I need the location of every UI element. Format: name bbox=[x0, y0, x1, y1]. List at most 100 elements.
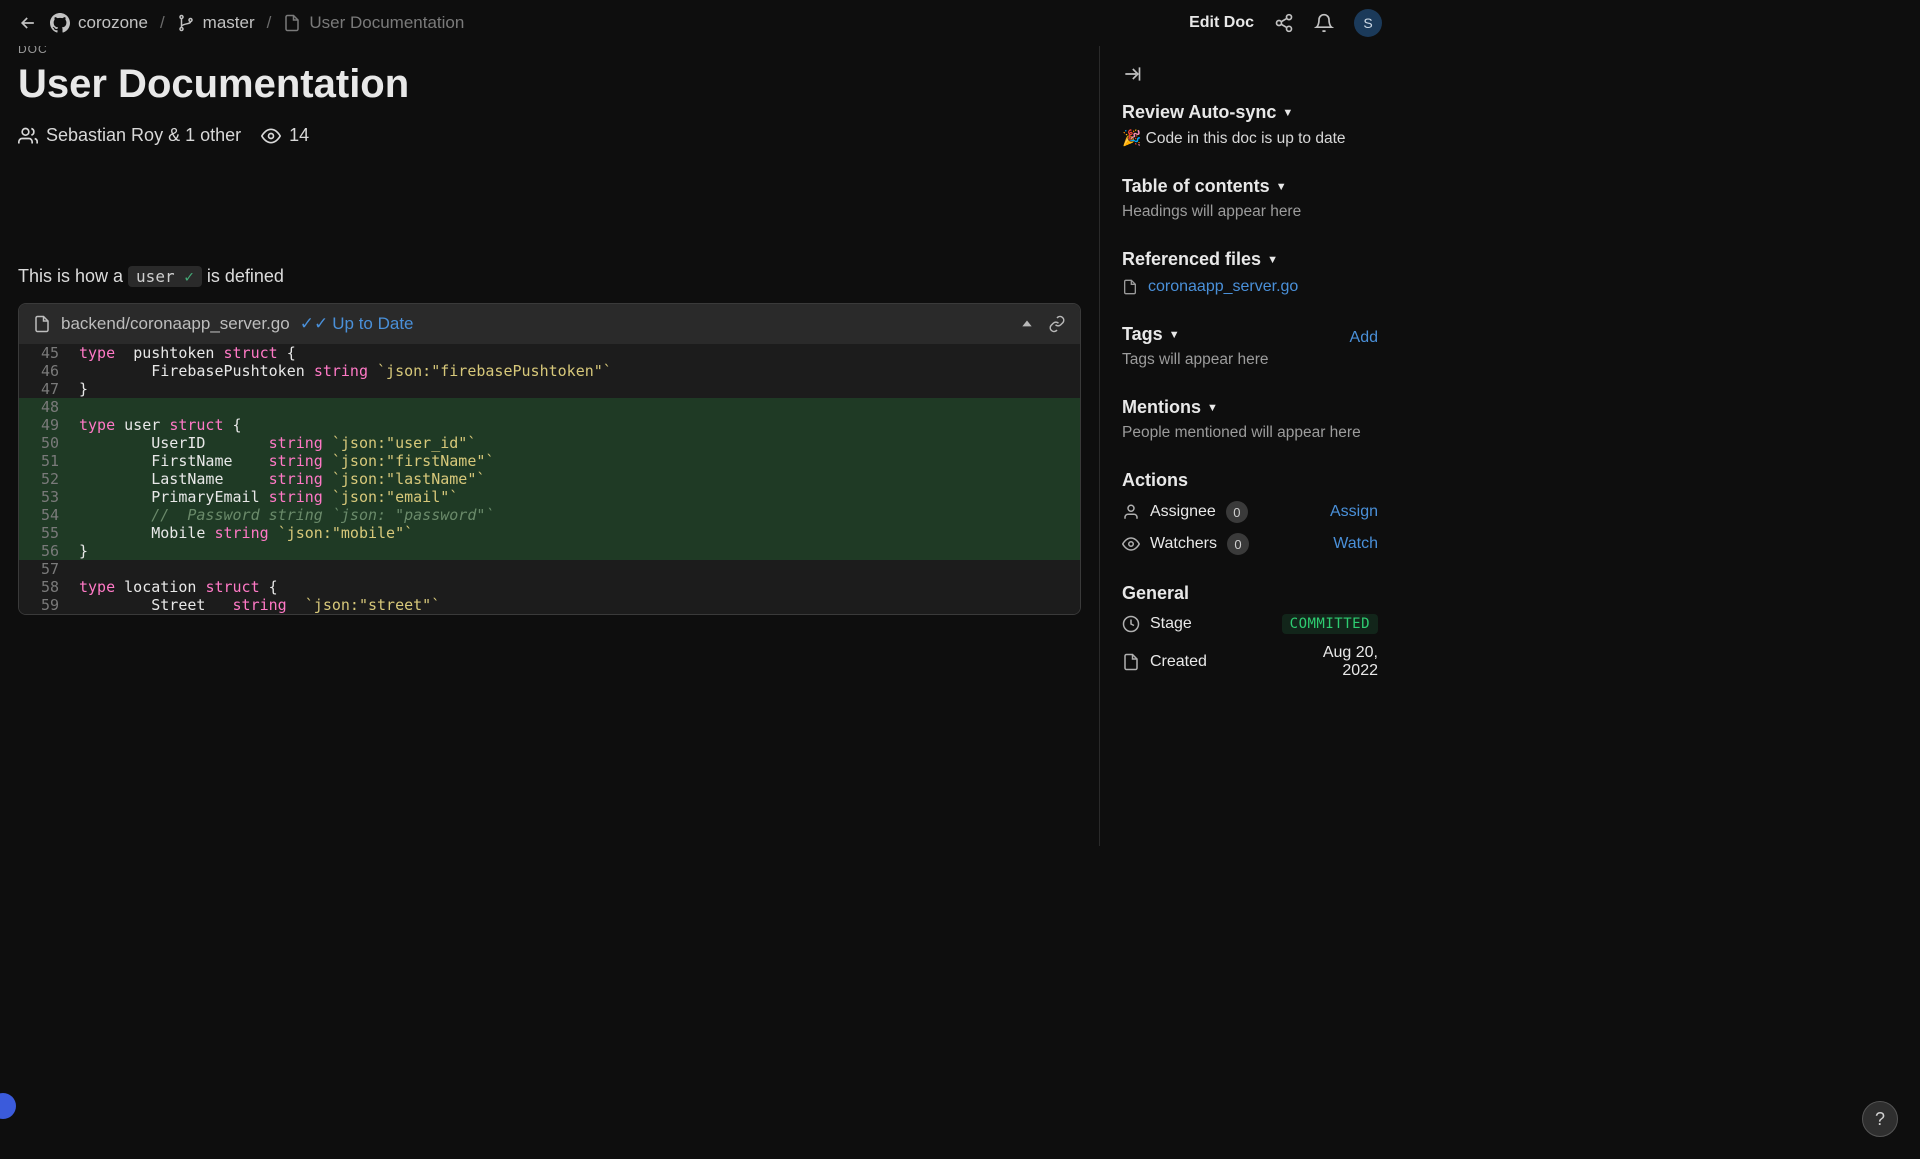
assignee-row: Assignee 0 Assign bbox=[1122, 501, 1378, 523]
referenced-file-name: coronaapp_server.go bbox=[1148, 278, 1298, 296]
line-content bbox=[71, 560, 1080, 578]
topbar: corozone / master / User Documentation E… bbox=[0, 0, 1400, 46]
chevron-down-icon: ▼ bbox=[1207, 402, 1218, 414]
code-line: 48 bbox=[19, 398, 1080, 416]
intercom-widget[interactable] bbox=[0, 1093, 16, 1119]
line-content bbox=[71, 398, 1080, 416]
doc-eyebrow: DOC bbox=[18, 46, 1081, 56]
general-heading: General bbox=[1122, 583, 1378, 604]
code-line: 51 FirstName string `json:"firstName"` bbox=[19, 452, 1080, 470]
doc-authors[interactable]: Sebastian Roy & 1 other bbox=[18, 125, 241, 146]
toc-heading-text: Table of contents bbox=[1122, 176, 1270, 197]
line-number: 46 bbox=[19, 362, 71, 380]
toc-heading[interactable]: Table of contents ▼ bbox=[1122, 176, 1378, 197]
collapse-code-button[interactable] bbox=[1020, 317, 1034, 331]
share-button[interactable] bbox=[1274, 13, 1294, 33]
review-status-text: Code in this doc is up to date bbox=[1146, 130, 1346, 147]
add-tag-button[interactable]: Add bbox=[1350, 329, 1378, 347]
code-path[interactable]: backend/coronaapp_server.go ✓✓ Up to Dat… bbox=[33, 314, 414, 334]
double-check-icon: ✓✓ bbox=[300, 314, 329, 334]
doc-views: 14 bbox=[261, 125, 309, 146]
breadcrumb-separator: / bbox=[267, 13, 272, 33]
watch-button[interactable]: Watch bbox=[1333, 535, 1378, 553]
notifications-button[interactable] bbox=[1314, 13, 1334, 33]
code-line: 47} bbox=[19, 380, 1080, 398]
sidebar-mentions: Mentions ▼ People mentioned will appear … bbox=[1122, 397, 1378, 442]
code-line: 59 Street string `json:"street"` bbox=[19, 596, 1080, 614]
tags-heading-text: Tags bbox=[1122, 324, 1163, 345]
code-line: 54 // Password string `json: "password"` bbox=[19, 506, 1080, 524]
review-heading[interactable]: Review Auto-sync ▼ bbox=[1122, 102, 1378, 123]
checkmark-icon: ✓ bbox=[175, 267, 194, 286]
sidebar-review: Review Auto-sync ▼ 🎉 Code in this doc is… bbox=[1122, 102, 1378, 148]
referenced-file-link[interactable]: coronaapp_server.go bbox=[1122, 278, 1378, 296]
code-line: 58type location struct { bbox=[19, 578, 1080, 596]
mentions-empty: People mentioned will appear here bbox=[1122, 424, 1378, 442]
link-icon bbox=[1048, 315, 1066, 333]
actions-heading-text: Actions bbox=[1122, 470, 1188, 491]
body-paragraph: This is how a user ✓ is defined bbox=[18, 266, 1081, 287]
mentions-heading-text: Mentions bbox=[1122, 397, 1201, 418]
stage-label: Stage bbox=[1150, 615, 1192, 633]
breadcrumb-doc[interactable]: User Documentation bbox=[283, 13, 464, 33]
topbar-actions: Edit Doc S bbox=[1189, 9, 1382, 37]
code-line: 55 Mobile string `json:"mobile"` bbox=[19, 524, 1080, 542]
page-title: User Documentation bbox=[18, 62, 1081, 107]
referenced-heading[interactable]: Referenced files ▼ bbox=[1122, 249, 1378, 270]
breadcrumb-repo[interactable]: corozone bbox=[50, 13, 148, 33]
watchers-label: Watchers bbox=[1150, 535, 1217, 553]
sidebar-referenced: Referenced files ▼ coronaapp_server.go bbox=[1122, 249, 1378, 296]
sync-label: Up to Date bbox=[332, 314, 413, 334]
breadcrumb-repo-label: corozone bbox=[78, 13, 148, 33]
line-content: UserID string `json:"user_id"` bbox=[71, 434, 1080, 452]
code-line: 50 UserID string `json:"user_id"` bbox=[19, 434, 1080, 452]
code-line: 57 bbox=[19, 560, 1080, 578]
git-branch-icon bbox=[177, 14, 195, 32]
code-line: 49type user struct { bbox=[19, 416, 1080, 434]
help-label: ? bbox=[1875, 1109, 1885, 1130]
help-button[interactable]: ? bbox=[1862, 1101, 1898, 1137]
line-content: FirebasePushtoken string `json:"firebase… bbox=[71, 362, 1080, 380]
breadcrumb-branch-label: master bbox=[203, 13, 255, 33]
watchers-row: Watchers 0 Watch bbox=[1122, 533, 1378, 555]
bell-icon bbox=[1314, 13, 1334, 33]
mentions-heading[interactable]: Mentions ▼ bbox=[1122, 397, 1378, 418]
code-line: 52 LastName string `json:"lastName"` bbox=[19, 470, 1080, 488]
breadcrumb-branch[interactable]: master bbox=[177, 13, 255, 33]
line-number: 51 bbox=[19, 452, 71, 470]
eye-icon bbox=[261, 126, 281, 146]
code-header: backend/coronaapp_server.go ✓✓ Up to Dat… bbox=[19, 304, 1080, 344]
breadcrumb-separator: / bbox=[160, 13, 165, 33]
avatar[interactable]: S bbox=[1354, 9, 1382, 37]
line-number: 56 bbox=[19, 542, 71, 560]
link-code-button[interactable] bbox=[1048, 315, 1066, 333]
code-body: 45type pushtoken struct {46 FirebasePush… bbox=[19, 344, 1080, 614]
line-content: PrimaryEmail string `json:"email"` bbox=[71, 488, 1080, 506]
arrow-left-icon bbox=[18, 13, 38, 33]
chevron-down-icon: ▼ bbox=[1267, 254, 1278, 266]
line-number: 50 bbox=[19, 434, 71, 452]
sidebar-actions: Actions Assignee 0 Assign Watchers 0 Wat… bbox=[1122, 470, 1378, 555]
general-heading-text: General bbox=[1122, 583, 1189, 604]
back-button[interactable] bbox=[18, 13, 38, 33]
line-number: 45 bbox=[19, 344, 71, 362]
code-line: 56} bbox=[19, 542, 1080, 560]
inline-code-text: user bbox=[136, 267, 175, 286]
review-heading-text: Review Auto-sync bbox=[1122, 102, 1276, 123]
breadcrumbs: corozone / master / User Documentation bbox=[18, 13, 464, 33]
doc-meta: Sebastian Roy & 1 other 14 bbox=[18, 125, 1081, 146]
assign-button[interactable]: Assign bbox=[1330, 503, 1378, 521]
party-emoji: 🎉 bbox=[1122, 130, 1141, 147]
line-content: } bbox=[71, 542, 1080, 560]
collapse-icon bbox=[1122, 64, 1142, 84]
line-number: 59 bbox=[19, 596, 71, 614]
inline-code: user ✓ bbox=[128, 266, 202, 287]
actions-heading: Actions bbox=[1122, 470, 1378, 491]
collapse-sidebar-button[interactable] bbox=[1122, 64, 1378, 84]
edit-doc-button[interactable]: Edit Doc bbox=[1189, 14, 1254, 32]
line-number: 52 bbox=[19, 470, 71, 488]
file-icon bbox=[1122, 653, 1140, 671]
tags-heading[interactable]: Tags ▼ bbox=[1122, 324, 1180, 345]
view-count: 14 bbox=[289, 125, 309, 146]
assignee-count: 0 bbox=[1226, 501, 1248, 523]
